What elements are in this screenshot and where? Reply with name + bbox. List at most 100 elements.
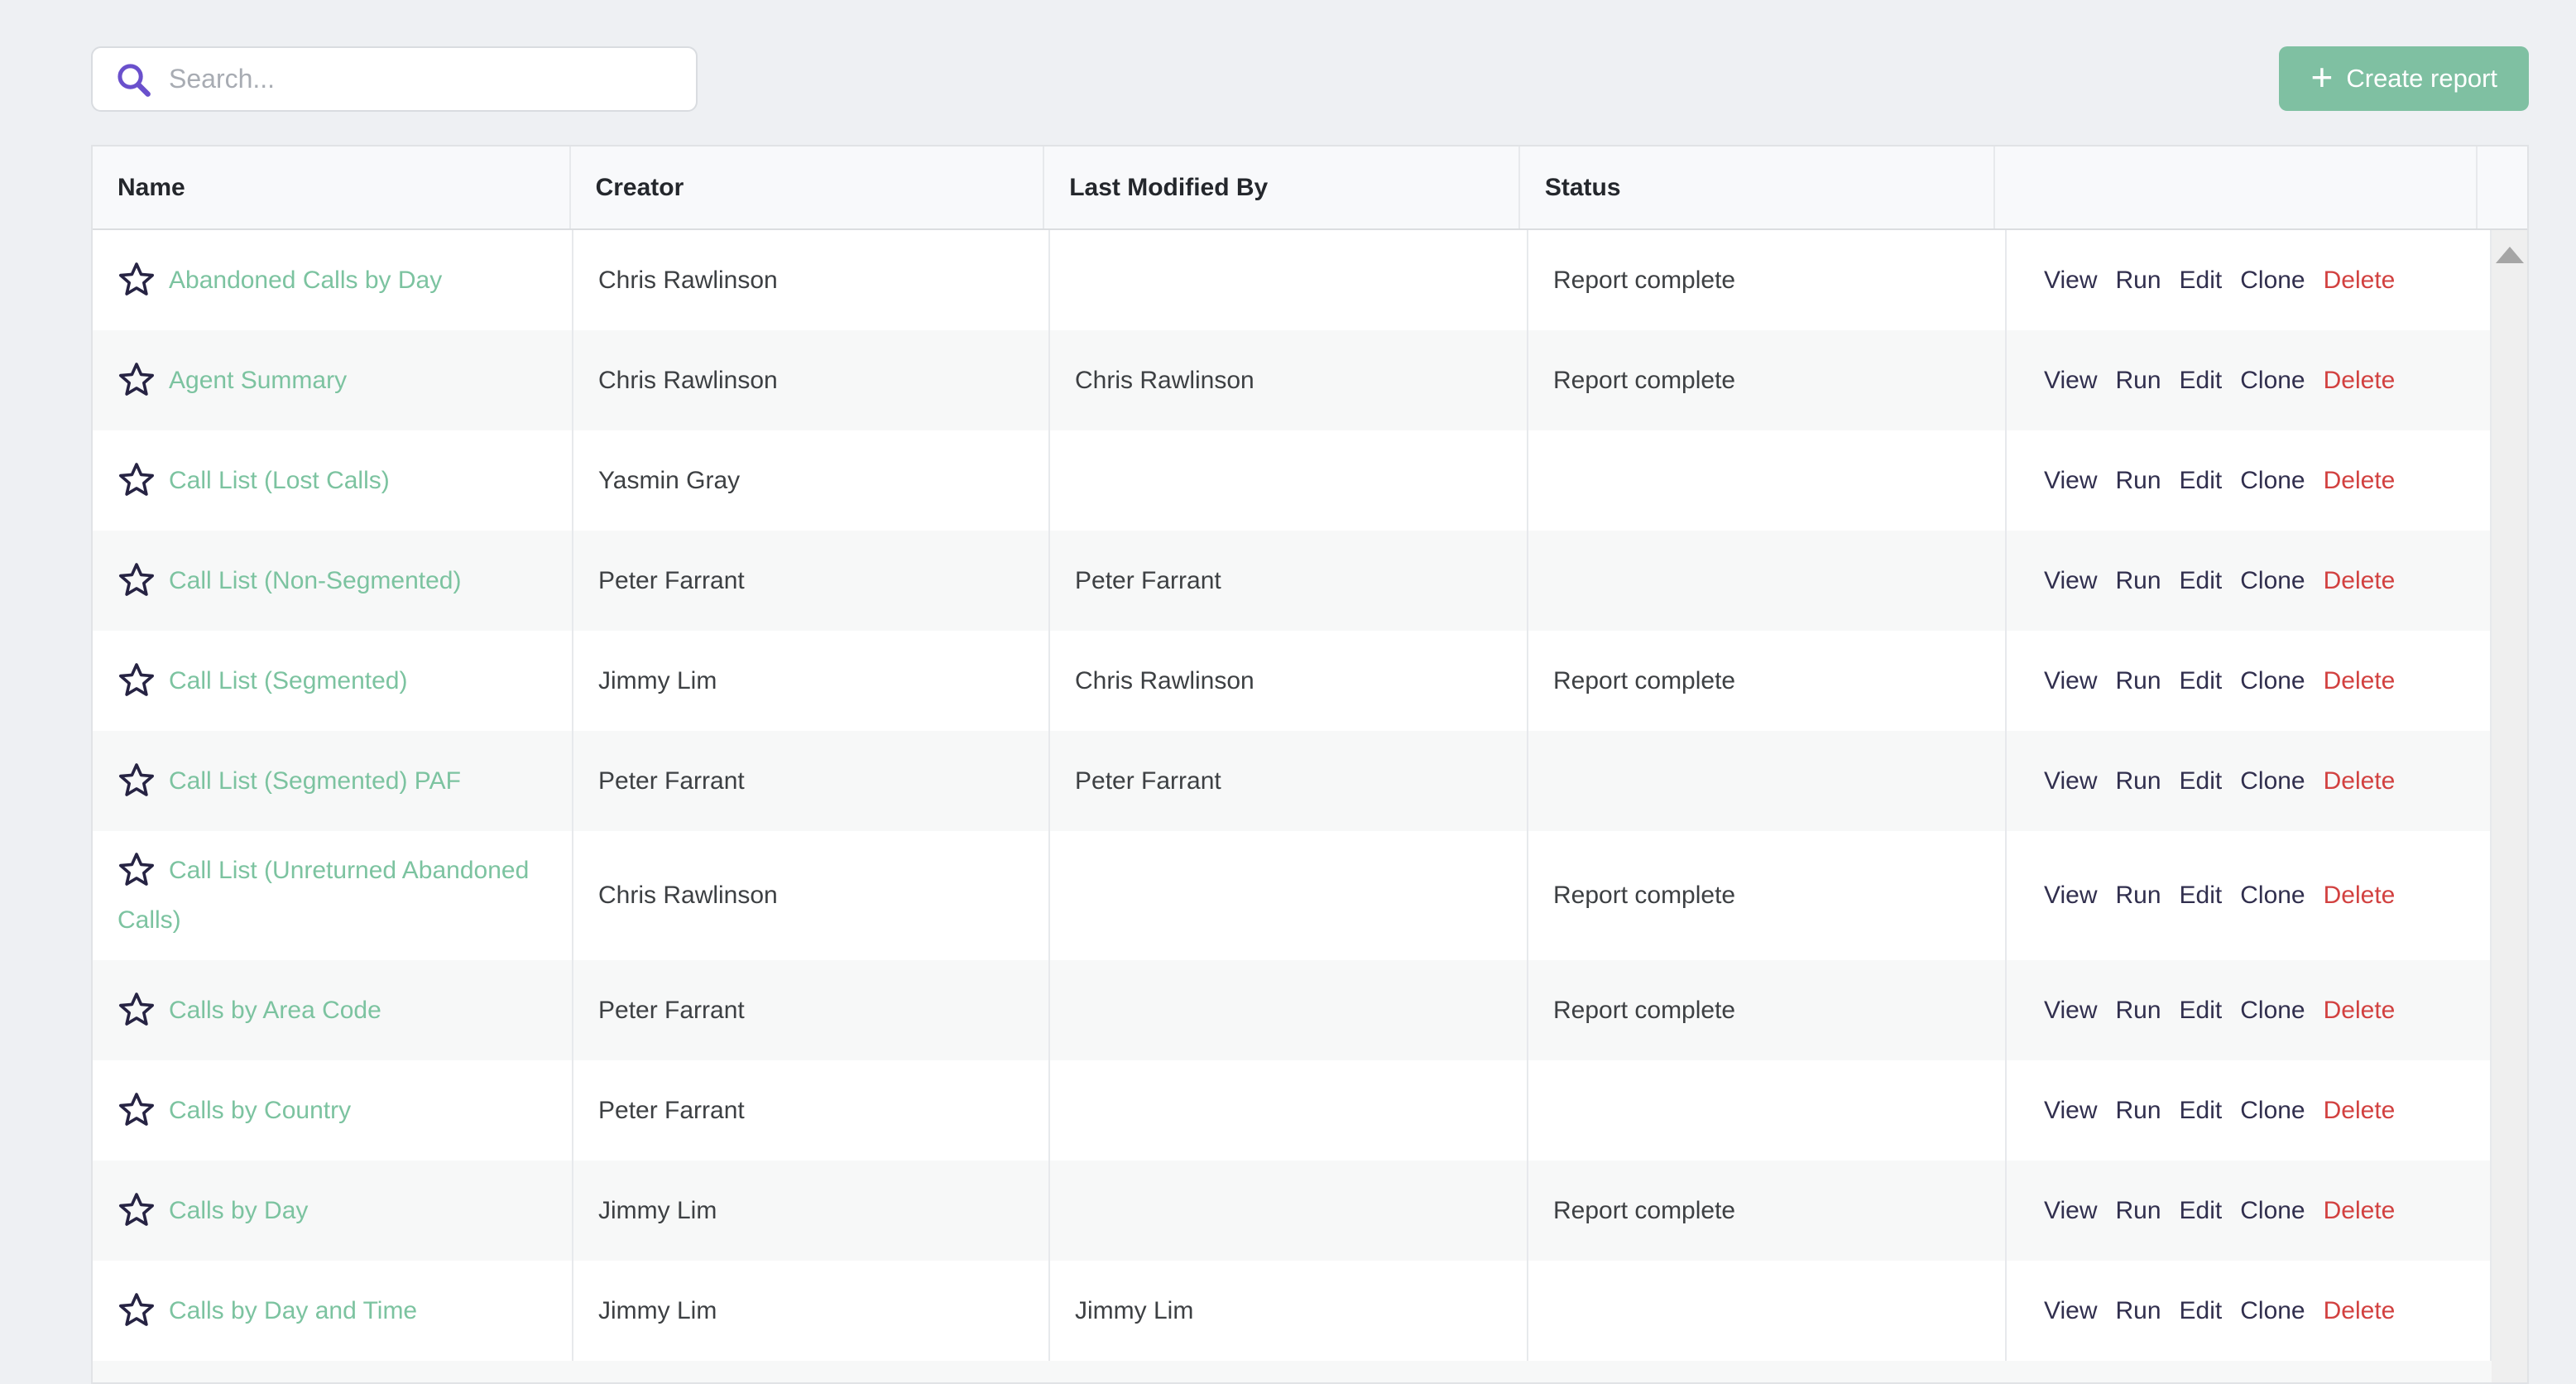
table-row: Call List (Segmented) Jimmy Lim Chris Ra… <box>93 631 2492 731</box>
action-delete-link[interactable]: Delete <box>2324 256 2396 305</box>
action-delete-link[interactable]: Delete <box>2324 1286 2396 1336</box>
action-edit-link[interactable]: Edit <box>2180 1086 2223 1136</box>
scroll-up-arrow-icon[interactable] <box>2496 247 2524 263</box>
action-edit-link[interactable]: Edit <box>2180 1286 2223 1336</box>
action-clone-link[interactable]: Clone <box>2240 1186 2305 1236</box>
action-run-link[interactable]: Run <box>2115 986 2161 1036</box>
star-icon[interactable] <box>118 260 156 298</box>
action-run-link[interactable]: Run <box>2115 757 2161 806</box>
star-icon[interactable] <box>118 560 156 598</box>
star-icon[interactable] <box>118 761 156 799</box>
action-clone-link[interactable]: Clone <box>2240 556 2305 606</box>
action-view-link[interactable]: View <box>2044 1186 2097 1236</box>
report-name-link[interactable]: Call List (Lost Calls) <box>169 467 390 494</box>
action-delete-link[interactable]: Delete <box>2324 656 2396 706</box>
action-edit-link[interactable]: Edit <box>2180 556 2223 606</box>
action-clone-link[interactable]: Clone <box>2240 356 2305 406</box>
actions-cell: View Run Edit Clone Delete <box>2007 330 2492 430</box>
action-view-link[interactable]: View <box>2044 871 2097 920</box>
action-delete-link[interactable]: Delete <box>2324 871 2396 920</box>
action-edit-link[interactable]: Edit <box>2180 757 2223 806</box>
search-input[interactable] <box>91 46 698 112</box>
action-delete-link[interactable]: Delete <box>2324 356 2396 406</box>
report-name-link[interactable]: Calls by Day <box>169 1197 308 1224</box>
table-row: Agent Summary Chris Rawlinson Chris Rawl… <box>93 330 2492 430</box>
report-name-link[interactable]: Call List (Segmented) PAF <box>169 767 461 795</box>
column-header-status[interactable]: Status <box>1520 147 1996 228</box>
star-icon[interactable] <box>118 850 156 888</box>
action-run-link[interactable]: Run <box>2115 456 2161 506</box>
action-view-link[interactable]: View <box>2044 757 2097 806</box>
last-modified-cell <box>1050 430 1528 531</box>
action-clone-link[interactable]: Clone <box>2240 656 2305 706</box>
action-clone-link[interactable]: Clone <box>2240 256 2305 305</box>
vertical-scrollbar[interactable] <box>2492 230 2527 1382</box>
action-clone-link[interactable]: Clone <box>2240 1086 2305 1136</box>
action-edit-link[interactable]: Edit <box>2180 356 2223 406</box>
report-name-link[interactable]: Call List (Segmented) <box>169 667 407 694</box>
last-modified-cell: Jimmy Lim <box>1050 1261 1528 1361</box>
creator-value: Chris Rawlinson <box>598 256 778 305</box>
action-delete-link[interactable]: Delete <box>2324 757 2396 806</box>
action-run-link[interactable]: Run <box>2115 356 2161 406</box>
report-name-link[interactable]: Calls by Area Code <box>169 997 381 1024</box>
column-header-creator[interactable]: Creator <box>571 147 1045 228</box>
report-name-link[interactable]: Abandoned Calls by Day <box>169 267 442 294</box>
action-clone-link[interactable]: Clone <box>2240 871 2305 920</box>
column-header-name[interactable]: Name <box>93 147 571 228</box>
action-edit-link[interactable]: Edit <box>2180 986 2223 1036</box>
creator-value: Peter Farrant <box>598 556 745 606</box>
creator-cell: Peter Farrant <box>573 531 1050 631</box>
action-edit-link[interactable]: Edit <box>2180 456 2223 506</box>
action-view-link[interactable]: View <box>2044 356 2097 406</box>
table-row: Call List (Non-Segmented) Peter Farrant … <box>93 531 2492 631</box>
status-value: Report complete <box>1553 871 1735 920</box>
action-run-link[interactable]: Run <box>2115 1186 2161 1236</box>
action-delete-link[interactable]: Delete <box>2324 1086 2396 1136</box>
action-view-link[interactable]: View <box>2044 1086 2097 1136</box>
report-name-link[interactable]: Call List (Non-Segmented) <box>169 567 461 594</box>
action-edit-link[interactable]: Edit <box>2180 1186 2223 1236</box>
action-view-link[interactable]: View <box>2044 1286 2097 1336</box>
star-icon[interactable] <box>118 360 156 398</box>
table-row: Call List (Lost Calls) Yasmin Gray ViewR… <box>93 430 2492 531</box>
report-name-link[interactable]: Calls by Country <box>169 1097 351 1124</box>
action-run-link[interactable]: Run <box>2115 1286 2161 1336</box>
action-run-link[interactable]: Run <box>2115 656 2161 706</box>
action-view-link[interactable]: View <box>2044 456 2097 506</box>
column-header-last-modified[interactable]: Last Modified By <box>1044 147 1520 228</box>
action-view-link[interactable]: View <box>2044 986 2097 1036</box>
action-edit-link[interactable]: Edit <box>2180 871 2223 920</box>
create-report-button[interactable]: + Create report <box>2279 46 2529 111</box>
star-icon[interactable] <box>118 1290 156 1329</box>
action-edit-link[interactable]: Edit <box>2180 656 2223 706</box>
star-icon[interactable] <box>118 1090 156 1128</box>
action-view-link[interactable]: View <box>2044 556 2097 606</box>
report-name-link[interactable]: Call List (Unreturned Abandoned Calls) <box>118 857 529 934</box>
star-icon[interactable] <box>118 661 156 699</box>
star-icon[interactable] <box>118 460 156 498</box>
creator-value: Chris Rawlinson <box>598 871 778 920</box>
action-clone-link[interactable]: Clone <box>2240 757 2305 806</box>
star-icon[interactable] <box>118 1190 156 1228</box>
report-name-link[interactable]: Agent Summary <box>169 367 347 394</box>
action-delete-link[interactable]: Delete <box>2324 556 2396 606</box>
action-delete-link[interactable]: Delete <box>2324 986 2396 1036</box>
plus-icon: + <box>2310 58 2333 96</box>
table-row-partial <box>93 1361 2492 1384</box>
action-clone-link[interactable]: Clone <box>2240 986 2305 1036</box>
action-run-link[interactable]: Run <box>2115 871 2161 920</box>
action-clone-link[interactable]: Clone <box>2240 456 2305 506</box>
action-delete-link[interactable]: Delete <box>2324 456 2396 506</box>
action-run-link[interactable]: Run <box>2115 256 2161 305</box>
action-clone-link[interactable]: Clone <box>2240 1286 2305 1336</box>
action-delete-link[interactable]: Delete <box>2324 1186 2396 1236</box>
report-name-link[interactable]: Calls by Day and Time <box>169 1297 417 1324</box>
action-run-link[interactable]: Run <box>2115 556 2161 606</box>
action-edit-link[interactable]: Edit <box>2180 256 2223 305</box>
action-run-link[interactable]: Run <box>2115 1086 2161 1136</box>
action-view-link[interactable]: View <box>2044 656 2097 706</box>
star-icon[interactable] <box>118 990 156 1028</box>
action-view-link[interactable]: View <box>2044 256 2097 305</box>
actions-cell: View Run Edit Clone Delete <box>2007 1161 2492 1261</box>
